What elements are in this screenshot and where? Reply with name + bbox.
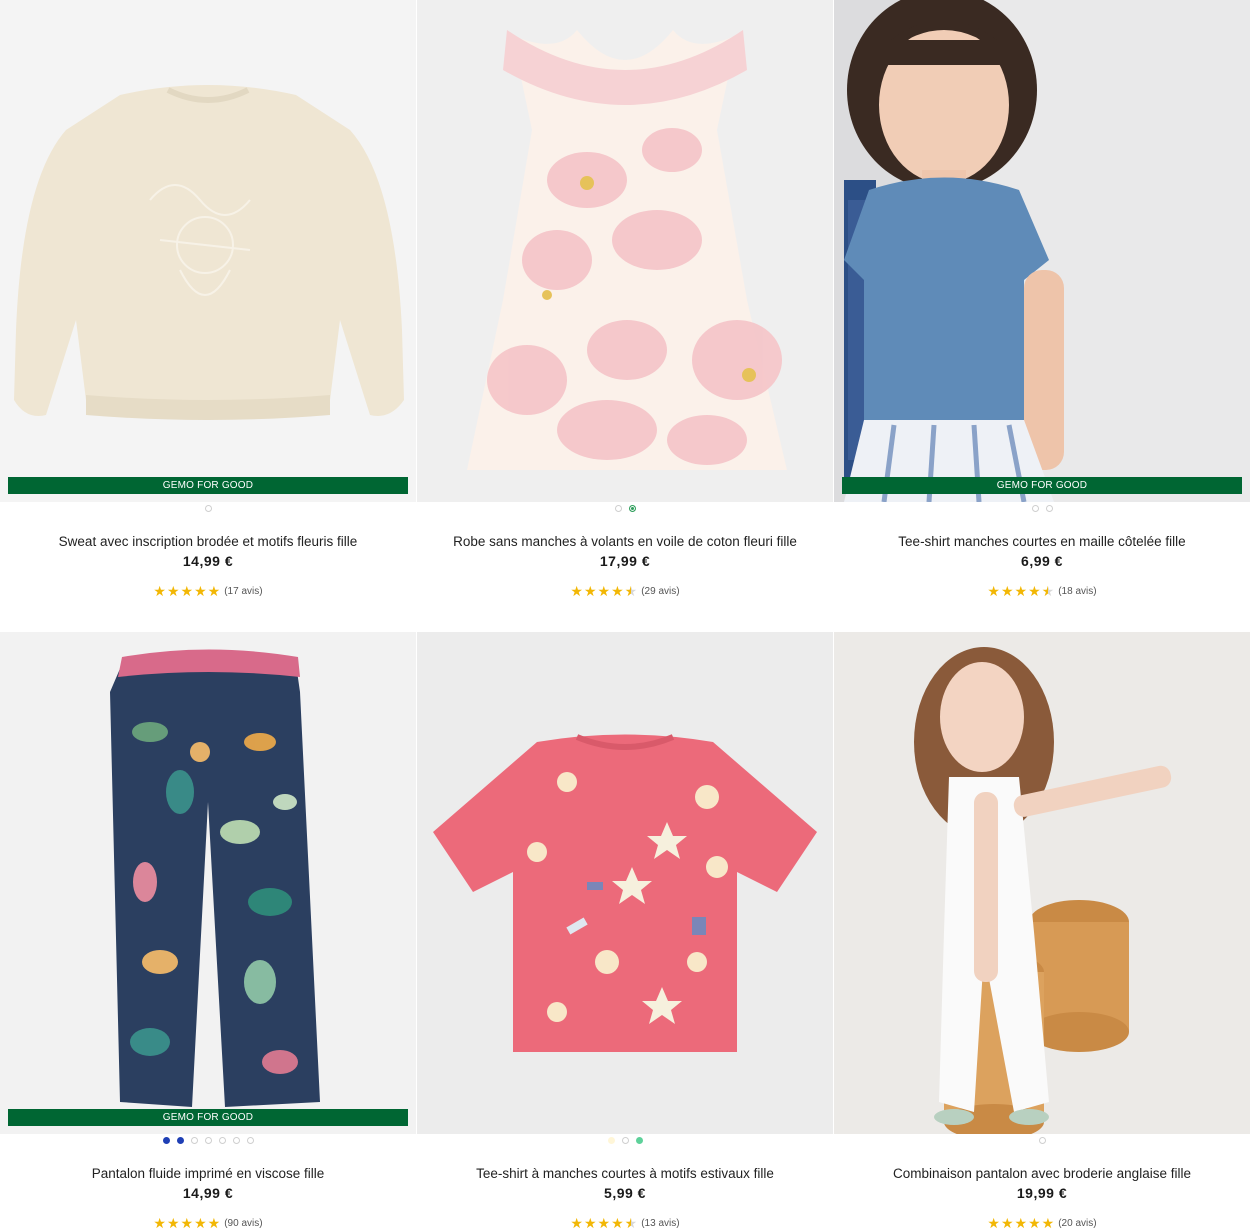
star-icon: ★ [624, 1215, 638, 1231]
product-title[interactable]: Combinaison pantalon avec broderie angla… [834, 1166, 1250, 1181]
color-swatches [834, 505, 1250, 512]
color-swatch[interactable] [1031, 505, 1039, 512]
color-swatches [0, 505, 416, 512]
star-icon: ★ [1000, 1215, 1014, 1231]
star-icon: ★ [1000, 583, 1014, 599]
star-icon: ★ [166, 1215, 180, 1231]
review-count[interactable]: (17 avis) [224, 586, 262, 597]
star-icon: ★ [180, 1215, 194, 1231]
star-icon: ★ [624, 583, 638, 599]
product-title[interactable]: Tee-shirt manches courtes en maille côte… [834, 534, 1250, 549]
product-card[interactable]: Robe sans manches à volants en voile de … [417, 0, 833, 632]
gemo-for-good-badge: GEMO FOR GOOD [842, 477, 1242, 494]
star-icon: ★ [1014, 1215, 1028, 1231]
star-icon: ★ [570, 583, 583, 599]
color-swatches [0, 1137, 416, 1144]
product-title[interactable]: Tee-shirt à manches courtes à motifs est… [417, 1166, 833, 1181]
color-swatch[interactable] [176, 1137, 184, 1144]
product-price: 5,99 € [604, 1185, 646, 1201]
rating-stars: ★ ★ ★ ★ ★ [153, 584, 220, 598]
star-icon: ★ [1041, 583, 1055, 599]
star-icon: ★ [1028, 1215, 1041, 1231]
star-icon: ★ [1028, 583, 1041, 599]
product-title[interactable]: Sweat avec inscription brodée et motifs … [0, 534, 416, 549]
rating-stars: ★ ★ ★ ★ ★ [987, 1216, 1054, 1230]
color-swatches [417, 505, 833, 512]
star-icon: ★ [583, 583, 597, 599]
star-icon: ★ [611, 583, 624, 599]
color-swatch[interactable] [218, 1137, 226, 1144]
rating-stars: ★ ★ ★ ★ ★ [570, 1216, 637, 1230]
product-image[interactable] [834, 0, 1250, 502]
review-count[interactable]: (29 avis) [641, 586, 679, 597]
review-count[interactable]: (90 avis) [224, 1218, 262, 1229]
gemo-for-good-badge: GEMO FOR GOOD [8, 1109, 408, 1126]
product-image[interactable] [0, 632, 416, 1134]
color-swatch[interactable] [190, 1137, 198, 1144]
product-title[interactable]: Pantalon fluide imprimé en viscose fille [0, 1166, 416, 1181]
product-price: 6,99 € [1021, 553, 1063, 569]
color-swatch[interactable] [635, 1137, 643, 1144]
review-count[interactable]: (13 avis) [641, 1218, 679, 1229]
color-swatch[interactable] [204, 1137, 212, 1144]
star-icon: ★ [166, 583, 180, 599]
color-swatch[interactable] [204, 505, 212, 512]
product-card[interactable]: Tee-shirt à manches courtes à motifs est… [417, 632, 833, 1231]
product-card[interactable]: Combinaison pantalon avec broderie angla… [834, 632, 1250, 1231]
product-card[interactable]: GEMO FOR GOOD Pantalon fluide imprimé en… [0, 632, 416, 1231]
color-swatch[interactable] [628, 505, 636, 512]
star-icon: ★ [153, 583, 166, 599]
color-swatches [834, 1137, 1250, 1144]
product-card[interactable]: GEMO FOR GOOD Sweat avec inscription bro… [0, 0, 416, 632]
product-image[interactable] [417, 0, 833, 502]
color-swatch[interactable] [607, 1137, 615, 1144]
color-swatch[interactable] [614, 505, 622, 512]
rating-stars: ★ ★ ★ ★ ★ [153, 1216, 220, 1230]
product-image[interactable] [417, 632, 833, 1134]
product-image[interactable] [834, 632, 1250, 1134]
product-rating: ★ ★ ★ ★ ★ (90 avis) [0, 1216, 416, 1230]
color-swatch[interactable] [1045, 505, 1053, 512]
star-icon: ★ [1014, 583, 1028, 599]
product-card[interactable]: GEMO FOR GOOD Tee-shirt manches courtes … [834, 0, 1250, 632]
product-title[interactable]: Robe sans manches à volants en voile de … [417, 534, 833, 549]
color-swatches [417, 1137, 833, 1144]
color-swatch[interactable] [162, 1137, 170, 1144]
star-icon: ★ [194, 1215, 207, 1231]
product-rating: ★ ★ ★ ★ ★ (13 avis) [417, 1216, 833, 1230]
star-icon: ★ [987, 1215, 1000, 1231]
star-icon: ★ [194, 583, 207, 599]
star-icon: ★ [180, 583, 194, 599]
star-icon: ★ [570, 1215, 583, 1231]
star-icon: ★ [207, 1215, 221, 1231]
star-icon: ★ [1041, 1215, 1055, 1231]
product-rating: ★ ★ ★ ★ ★ (29 avis) [417, 584, 833, 598]
gemo-for-good-badge: GEMO FOR GOOD [8, 477, 408, 494]
star-icon: ★ [597, 583, 611, 599]
color-swatch[interactable] [621, 1137, 629, 1144]
product-rating: ★ ★ ★ ★ ★ (17 avis) [0, 584, 416, 598]
review-count[interactable]: (18 avis) [1058, 586, 1096, 597]
review-count[interactable]: (20 avis) [1058, 1218, 1096, 1229]
star-icon: ★ [207, 583, 221, 599]
star-icon: ★ [597, 1215, 611, 1231]
product-rating: ★ ★ ★ ★ ★ (18 avis) [834, 584, 1250, 598]
color-swatch[interactable] [246, 1137, 254, 1144]
product-price: 17,99 € [599, 553, 651, 569]
star-icon: ★ [611, 1215, 624, 1231]
rating-stars: ★ ★ ★ ★ ★ [987, 584, 1054, 598]
product-rating: ★ ★ ★ ★ ★ (20 avis) [834, 1216, 1250, 1230]
rating-stars: ★ ★ ★ ★ ★ [570, 584, 637, 598]
product-grid: GEMO FOR GOOD Sweat avec inscription bro… [0, 0, 1250, 1231]
star-icon: ★ [153, 1215, 166, 1231]
color-swatch[interactable] [1038, 1137, 1046, 1144]
product-image[interactable] [0, 0, 416, 502]
star-icon: ★ [583, 1215, 597, 1231]
product-price: 14,99 € [182, 553, 234, 569]
product-price: 14,99 € [182, 1185, 234, 1201]
product-price: 19,99 € [1016, 1185, 1068, 1201]
star-icon: ★ [987, 583, 1000, 599]
color-swatch[interactable] [232, 1137, 240, 1144]
